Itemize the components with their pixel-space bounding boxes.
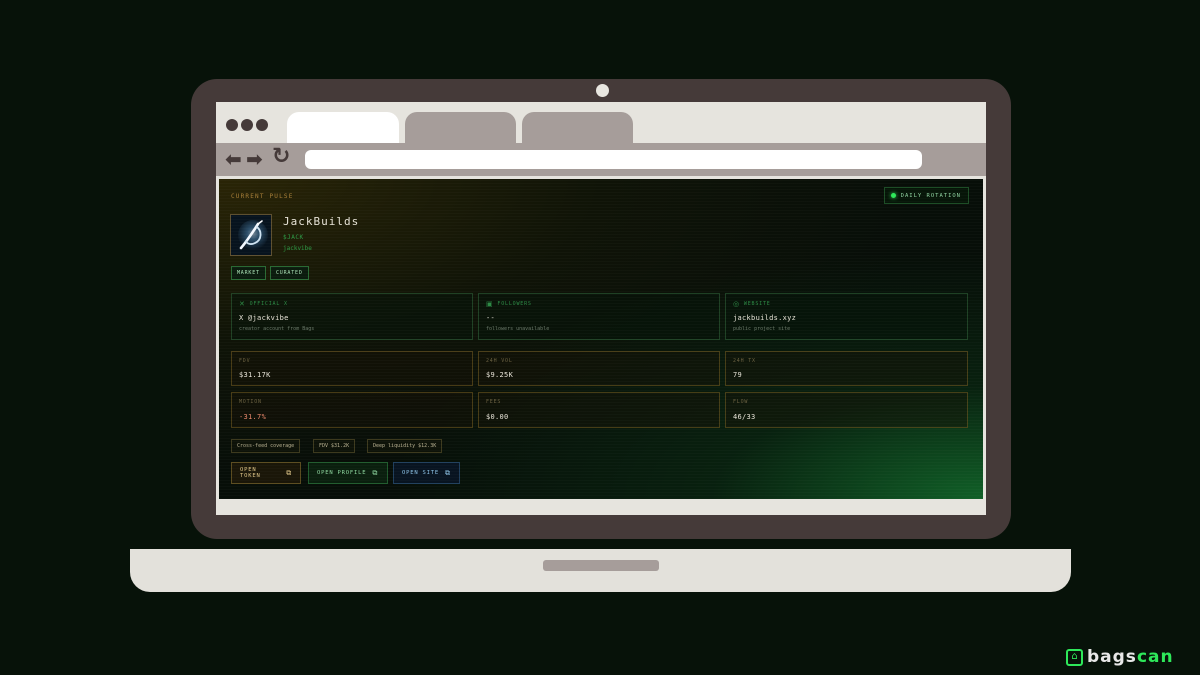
window-minimize-dot[interactable] xyxy=(241,119,253,131)
external-link-icon: ⧉ xyxy=(286,468,292,477)
open-site-button[interactable]: OPEN SITE ⧉ xyxy=(393,462,460,484)
x-logo-icon: ✕ xyxy=(239,300,246,308)
stat-value: $0.00 xyxy=(486,413,509,421)
stat-value: 79 xyxy=(733,371,743,379)
chip-liquidity: Deep liquidity $12.3K xyxy=(367,439,443,453)
stat-24h-tx: 24H TX 79 xyxy=(725,351,968,386)
logo-text-prefix: bags xyxy=(1087,647,1137,667)
rotation-label: DAILY ROTATION xyxy=(900,192,961,199)
globe-icon: ◎ xyxy=(733,300,740,308)
browser-tab-active[interactable] xyxy=(287,112,399,143)
arrow-left-icon[interactable]: ⬅ xyxy=(225,147,242,171)
bag-icon: ⌂ xyxy=(1066,648,1083,666)
stat-label: 24H VOL xyxy=(486,358,513,364)
window-close-dot[interactable] xyxy=(226,119,238,131)
followers-card: ▣ FOLLOWERS -- followers unavailable xyxy=(478,293,720,340)
token-handle: jackvibe xyxy=(283,245,312,252)
users-icon: ▣ xyxy=(486,300,494,308)
window-maximize-dot[interactable] xyxy=(256,119,268,131)
token-ticker: $JACK xyxy=(283,234,304,241)
official-x-sub: creator account from Bags xyxy=(239,326,315,332)
chip-fdv: FDV $31.2K xyxy=(313,439,356,453)
token-name: JackBuilds xyxy=(283,215,360,228)
stat-fees: FEES $0.00 xyxy=(478,392,720,428)
external-link-icon: ⧉ xyxy=(372,468,379,477)
followers-sub: followers unavailable xyxy=(486,326,550,332)
website-sub: public project site xyxy=(733,326,791,332)
card-label: OFFICIAL X xyxy=(249,301,288,307)
token-avatar xyxy=(230,214,272,256)
daily-rotation-badge: DAILY ROTATION xyxy=(883,187,969,204)
tab-strip xyxy=(216,102,986,143)
browser-tab-2[interactable] xyxy=(405,112,516,143)
followers-value: -- xyxy=(486,314,496,322)
stat-fdv: FDV $31.17K xyxy=(231,351,473,386)
browser-window: ⬅ ➡ ↻ CURRENT PULSE DAILY ROTATION JackB… xyxy=(216,102,986,515)
stat-24h-vol: 24H VOL $9.25K xyxy=(478,351,720,386)
tag-curated: CURATED xyxy=(270,266,309,280)
section-label: CURRENT PULSE xyxy=(231,193,294,200)
stat-label: MOTION xyxy=(239,399,262,405)
laptop-notch xyxy=(543,560,659,571)
browser-tab-3[interactable] xyxy=(522,112,633,143)
stat-value: 46/33 xyxy=(733,413,756,421)
website-card[interactable]: ◎ WEBSITE jackbuilds.xyz public project … xyxy=(725,293,968,340)
webcam xyxy=(596,84,609,97)
stat-label: FLOW xyxy=(733,399,749,405)
open-token-label: OPEN TOKEN xyxy=(240,467,261,479)
stat-label: FEES xyxy=(486,399,502,405)
brand-logo: ⌂ bagscan xyxy=(1066,647,1174,667)
stat-flow: FLOW 46/33 xyxy=(725,392,968,428)
official-x-value: X @jackvibe xyxy=(239,314,289,322)
open-profile-button[interactable]: OPEN PROFILE ⧉ xyxy=(308,462,388,484)
card-label: FOLLOWERS xyxy=(497,301,532,307)
card-label: WEBSITE xyxy=(743,301,771,307)
page-content: CURRENT PULSE DAILY ROTATION JackBuilds … xyxy=(219,179,983,499)
logo-text-suffix: can xyxy=(1136,647,1174,667)
official-x-card[interactable]: ✕ OFFICIAL X X @jackvibe creator account… xyxy=(231,293,473,340)
address-bar[interactable] xyxy=(305,150,922,169)
external-link-icon: ⧉ xyxy=(445,468,451,477)
stat-label: FDV xyxy=(239,358,251,364)
status-dot-icon xyxy=(890,193,896,198)
stat-label: 24H TX xyxy=(733,358,756,364)
stat-motion: MOTION -31.7% xyxy=(231,392,473,428)
stat-value: $9.25K xyxy=(486,371,514,379)
open-profile-label: OPEN PROFILE xyxy=(317,470,367,476)
reload-icon[interactable]: ↻ xyxy=(272,145,290,169)
website-value: jackbuilds.xyz xyxy=(733,314,797,322)
tag-market: MARKET xyxy=(231,266,266,280)
chip-coverage: Cross-feed coverage xyxy=(231,439,301,453)
browser-toolbar: ⬅ ➡ ↻ xyxy=(216,143,986,176)
open-site-label: OPEN SITE xyxy=(402,470,440,476)
open-token-button[interactable]: OPEN TOKEN ⧉ xyxy=(231,462,301,484)
arrow-right-icon[interactable]: ➡ xyxy=(246,147,263,171)
stat-value: -31.7% xyxy=(239,413,267,421)
stat-value: $31.17K xyxy=(239,371,271,379)
